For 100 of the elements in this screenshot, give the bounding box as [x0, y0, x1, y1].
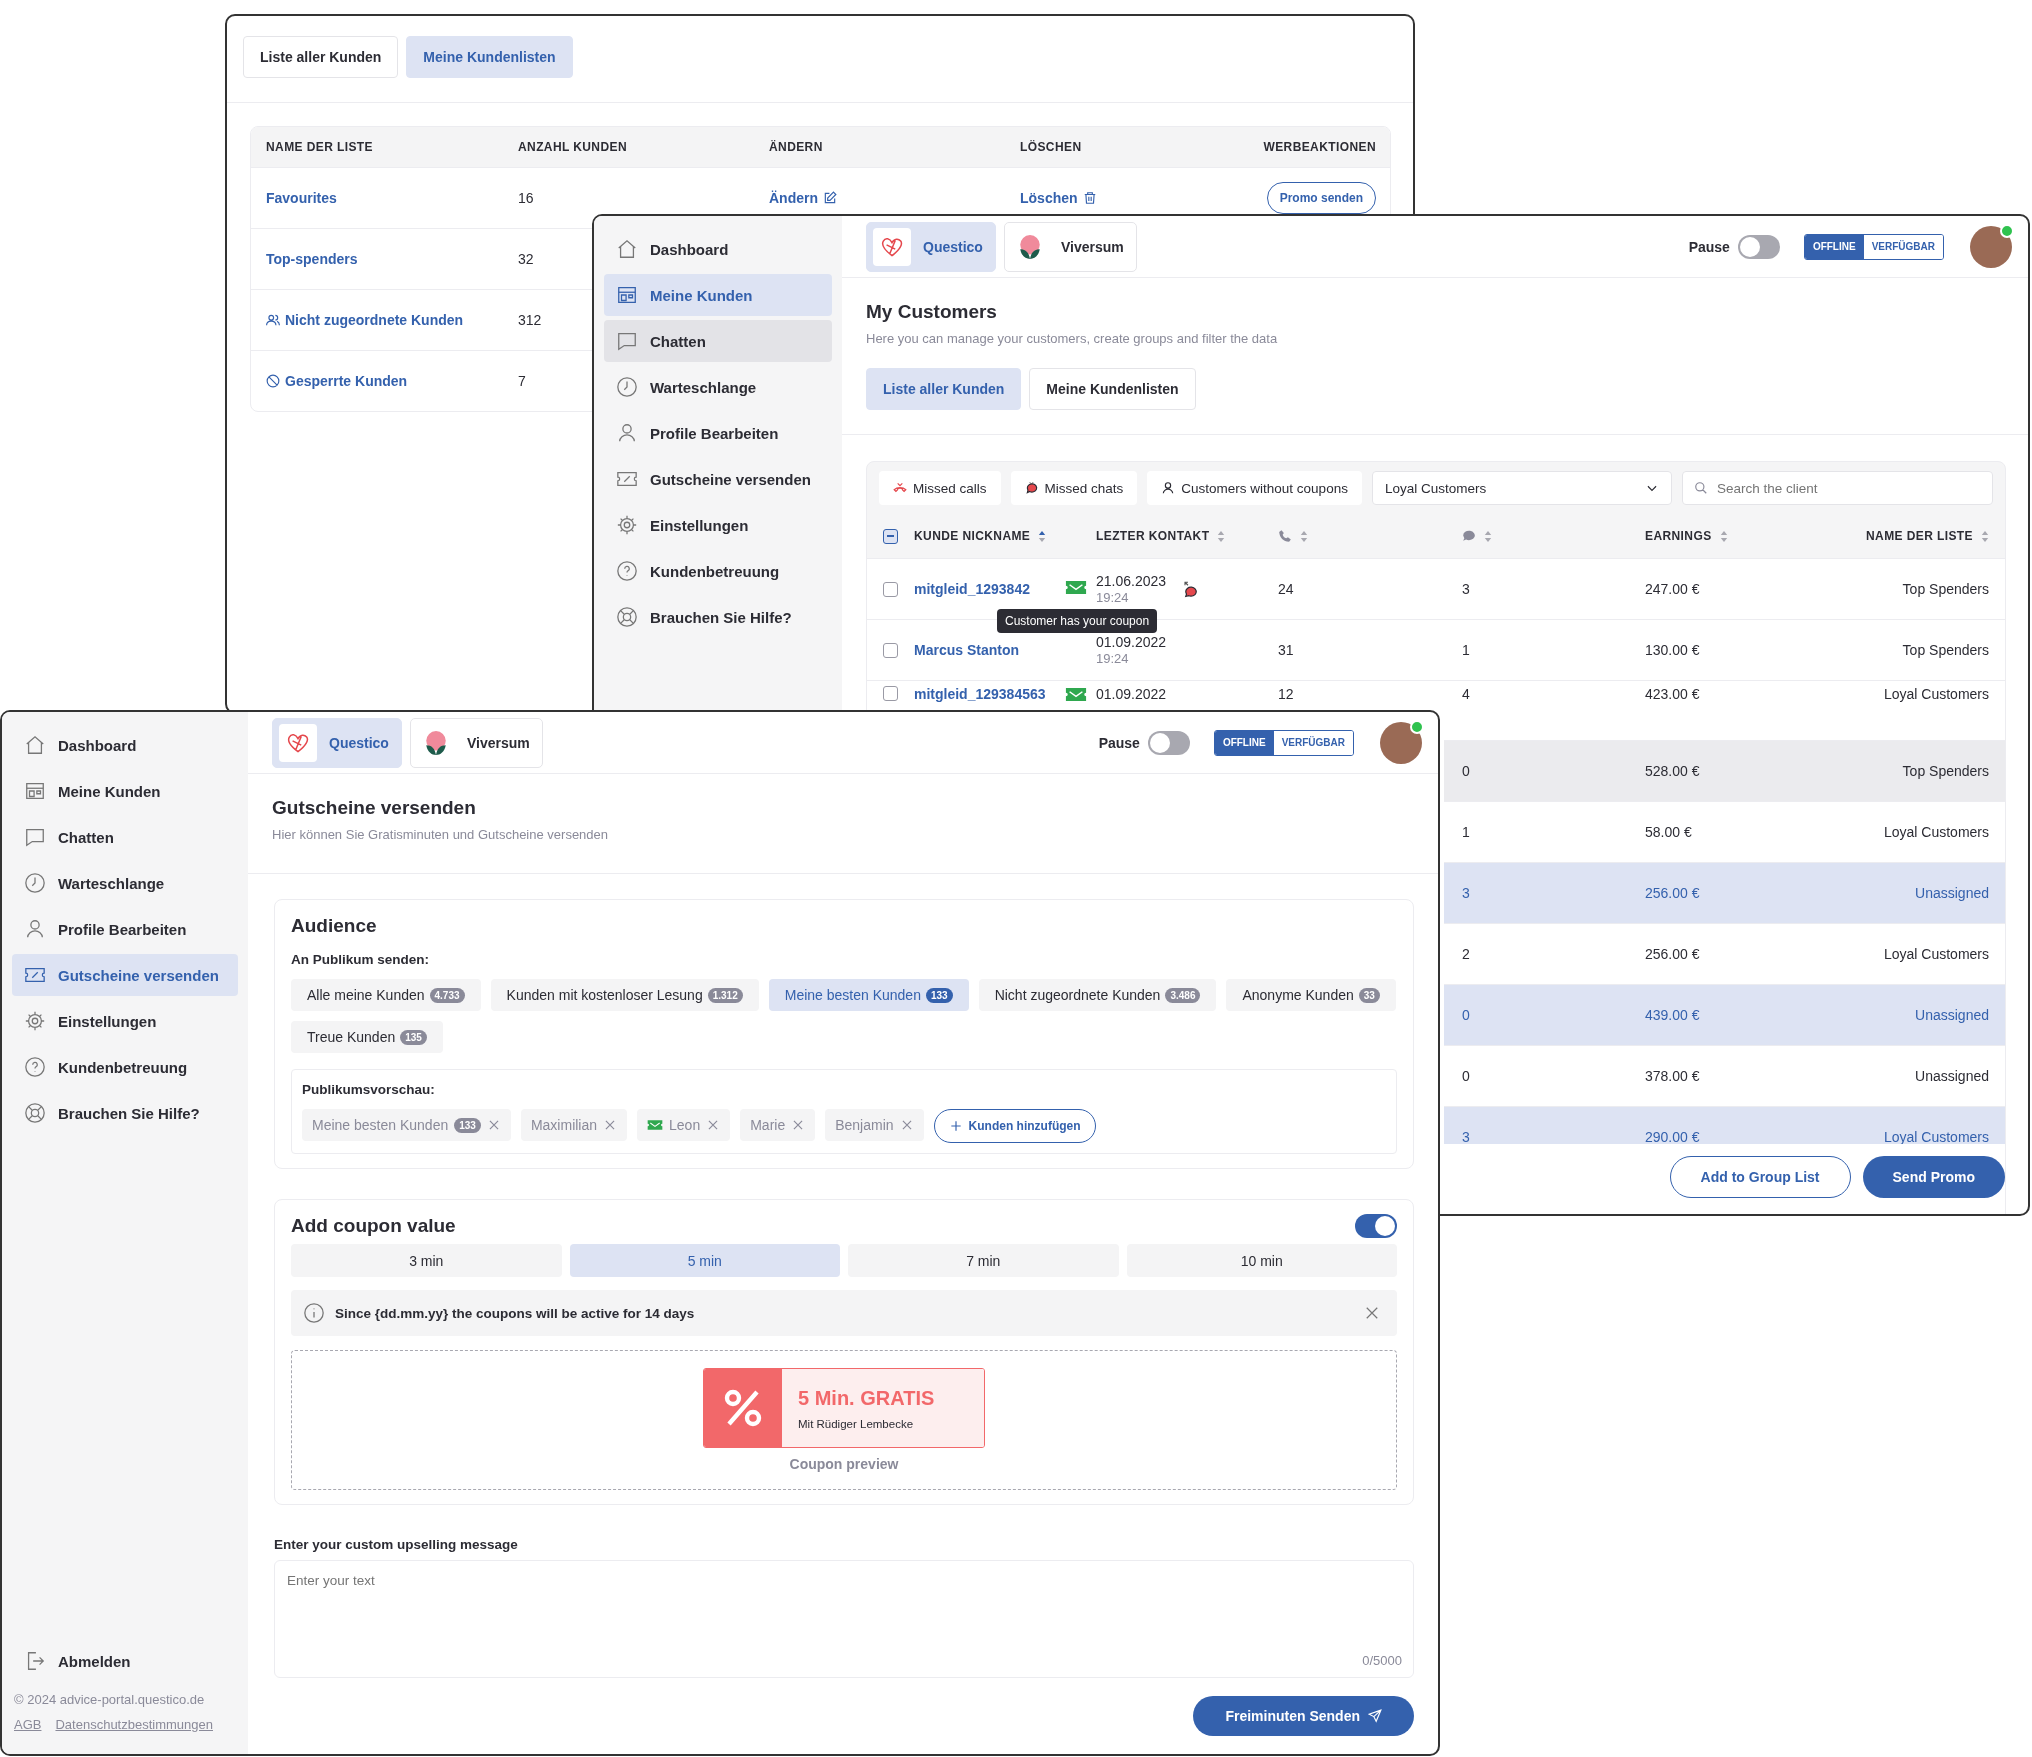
duration-option[interactable]: 7 min [848, 1244, 1119, 1277]
pause-toggle[interactable] [1737, 234, 1780, 259]
table-row[interactable]: 0 528.00 € Top Spenders [1444, 740, 2005, 801]
pause-toggle[interactable] [1147, 730, 1190, 755]
send-promo-button[interactable]: Send Promo [1862, 1156, 2005, 1198]
tab[interactable]: Meine Kundenlisten [406, 36, 573, 78]
table-cell: 2 [1462, 946, 1470, 962]
filter-chip[interactable]: Missed calls [879, 471, 1001, 505]
list-dropdown[interactable]: Loyal Customers [1371, 471, 1672, 505]
filter-chip[interactable]: Customers without coupons [1147, 471, 1362, 505]
sidebar-item[interactable]: Einstellungen [12, 1000, 238, 1042]
add-to-group-button[interactable]: Add to Group List [1669, 1156, 1851, 1198]
sidebar-item[interactable]: Dashboard [604, 228, 832, 270]
audience-chip[interactable]: Treue Kunden 135 [291, 1021, 443, 1053]
table-cell: Top Spenders [1902, 581, 1989, 597]
table-cell: 12 [1278, 686, 1294, 702]
person-icon [24, 918, 46, 940]
audience-chip[interactable]: Meine besten Kunden 133 [768, 979, 969, 1011]
sidebar-item[interactable]: Kundenbetreuung [604, 550, 832, 592]
customer-link[interactable]: Marcus Stanton [914, 642, 1019, 658]
sidebar-item[interactable]: Meine Kunden [604, 274, 832, 316]
audience-chip[interactable]: Nicht zugeordnete Kunden 3.486 [978, 979, 1217, 1011]
promo-button[interactable]: Promo senden [1266, 182, 1376, 214]
brand-tab[interactable]: Questico [866, 221, 996, 272]
list-link[interactable]: Nicht zugeordnete Kunden [266, 312, 464, 328]
list-link[interactable]: Favourites [266, 190, 337, 206]
table-cell: Unassigned [1915, 1007, 1989, 1023]
select-all-checkbox[interactable] [883, 528, 898, 544]
sidebar-item[interactable]: Gutscheine versenden [12, 954, 238, 996]
table-cell: 1 [1462, 824, 1470, 840]
contact-date: 01.09.2022 [1096, 634, 1167, 650]
sidebar-item[interactable]: Kundenbetreuung [12, 1046, 238, 1088]
column-header: LÖSCHEN [1020, 140, 1083, 154]
table-row[interactable]: 3 290.00 € Loyal Customers [1444, 1106, 2005, 1144]
contact-time: 19:24 [1096, 651, 1130, 666]
tab[interactable]: Liste aller Kunden [866, 368, 1022, 410]
column-header: NAME DER LISTE [1866, 529, 1973, 543]
audience-chip[interactable]: Alle meine Kunden 4.733 [291, 979, 481, 1011]
status-option[interactable]: OFFLINE [1804, 234, 1864, 259]
status-option[interactable]: OFFLINE [1214, 730, 1274, 755]
sidebar-item[interactable]: Gutscheine versenden [604, 458, 832, 500]
customer-link[interactable]: mitgleid_1293842 [914, 581, 1030, 597]
brand-tab[interactable]: Viversum [409, 717, 543, 768]
table-cell: Top Spenders [1902, 763, 1989, 779]
lifebuoy-icon [616, 606, 638, 628]
duration-option[interactable]: 10 min [1126, 1244, 1397, 1277]
person-icon [616, 422, 638, 444]
delete-link[interactable]: Löschen [1020, 190, 1097, 206]
customer-link[interactable]: mitgleid_129384563 [914, 686, 1046, 702]
logout-item[interactable]: Abmelden [12, 1640, 238, 1682]
section-label: Publikumsvorschau: [302, 1082, 436, 1097]
table-cell: Top Spenders [1902, 642, 1989, 658]
count-badge: 4.733 [429, 987, 465, 1003]
sidebar-item[interactable]: Chatten [12, 816, 238, 858]
brand-tab[interactable]: Questico [272, 717, 402, 768]
sidebar-item[interactable]: Warteschlange [12, 862, 238, 904]
edit-icon [823, 191, 837, 205]
sidebar-item[interactable]: Brauchen Sie Hilfe? [604, 596, 832, 638]
table-row[interactable]: 3 256.00 € Unassigned [1444, 862, 2005, 923]
sidebar-item[interactable]: Dashboard [12, 724, 238, 766]
duration-option[interactable]: 3 min [291, 1244, 562, 1277]
sidebar-item[interactable]: Profile Bearbeiten [12, 908, 238, 950]
contact-date: 01.09.2022 [1096, 686, 1167, 702]
add-customers-button[interactable]: Kunden hinzufügen [933, 1109, 1096, 1143]
edit-link[interactable]: Ändern [769, 190, 837, 206]
search-field[interactable]: Search the client [1681, 471, 1993, 505]
column-header: ÄNDERN [769, 140, 824, 154]
sidebar-item[interactable]: Warteschlange [604, 366, 832, 408]
sidebar-item[interactable]: Profile Bearbeiten [604, 412, 832, 454]
duration-option[interactable]: 5 min [569, 1244, 840, 1277]
info-icon [303, 1302, 325, 1324]
tab[interactable]: Liste aller Kunden [243, 36, 399, 78]
audience-chip[interactable]: Kunden mit kostenloser Lesung 1.312 [490, 979, 759, 1011]
contact-date: 21.06.2023 [1096, 573, 1167, 589]
send-button[interactable]: Freiminuten Senden [1193, 1696, 1414, 1736]
filter-chip[interactable]: Missed chats [1010, 471, 1138, 505]
table-cell: 3 [1462, 1129, 1470, 1144]
row-checkbox[interactable] [883, 686, 898, 701]
avatar[interactable] [1970, 225, 2012, 268]
row-checkbox[interactable] [883, 642, 898, 658]
audience-chip[interactable]: Anonyme Kunden 33 [1226, 979, 1396, 1011]
plus-icon [948, 1119, 963, 1133]
avatar[interactable] [1380, 721, 1422, 764]
table-row[interactable]: 0 439.00 € Unassigned [1444, 984, 2005, 1045]
brand-tab[interactable]: Viversum [1003, 221, 1137, 272]
chat-bubble-icon [24, 826, 46, 848]
sidebar-item[interactable]: Brauchen Sie Hilfe? [12, 1092, 238, 1134]
coupon-toggle[interactable] [1355, 1214, 1397, 1238]
tab[interactable]: Meine Kundenlisten [1029, 368, 1196, 410]
preview-caption: Coupon preview [789, 1456, 899, 1472]
sidebar-item[interactable]: Einstellungen [604, 504, 832, 546]
count-badge: 1.312 [707, 987, 743, 1003]
help-icon [24, 1056, 46, 1078]
row-checkbox[interactable] [883, 581, 898, 597]
home-icon [24, 734, 46, 756]
sort-icon[interactable] [1038, 529, 1047, 543]
sidebar-item[interactable]: Meine Kunden [12, 770, 238, 812]
list-link[interactable]: Gesperrte Kunden [266, 373, 408, 389]
list-link[interactable]: Top-spenders [266, 251, 358, 267]
sidebar-item[interactable]: Chatten [604, 320, 832, 362]
